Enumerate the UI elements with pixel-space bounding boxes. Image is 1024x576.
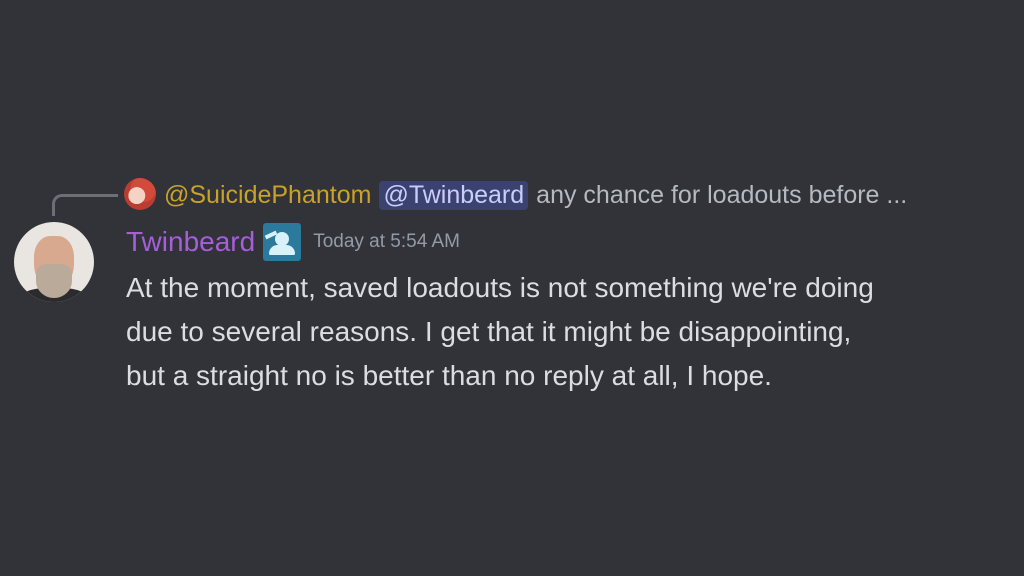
reply-reference[interactable]: @SuicidePhantom @Twinbeard any chance fo…: [164, 178, 907, 212]
reply-connector-line: [52, 194, 118, 216]
avatar[interactable]: [14, 222, 94, 302]
message-header: Twinbeard Today at 5:54 AM: [126, 222, 460, 262]
reply-preview-text[interactable]: any chance for loadouts before ...: [536, 181, 907, 210]
reply-author-avatar[interactable]: [124, 178, 156, 210]
role-icon-head: [275, 232, 290, 246]
message-timestamp[interactable]: Today at 5:54 AM: [313, 231, 460, 253]
reply-author-name[interactable]: @SuicidePhantom: [164, 181, 371, 210]
avatar-beard: [36, 264, 72, 298]
message-author-name[interactable]: Twinbeard: [126, 226, 255, 258]
message-line: but a straight no is better than no repl…: [126, 360, 772, 391]
user-wings-icon[interactable]: [263, 223, 302, 261]
message-content: At the moment, saved loadouts is not som…: [126, 266, 1006, 398]
message[interactable]: @SuicidePhantom @Twinbeard any chance fo…: [0, 170, 1024, 410]
reply-mention[interactable]: @Twinbeard: [379, 180, 529, 210]
message-line: At the moment, saved loadouts is not som…: [126, 272, 874, 303]
chat-view: @SuicidePhantom @Twinbeard any chance fo…: [0, 0, 1024, 576]
role-icon-body: [269, 245, 296, 255]
message-line: due to several reasons. I get that it mi…: [126, 316, 852, 347]
